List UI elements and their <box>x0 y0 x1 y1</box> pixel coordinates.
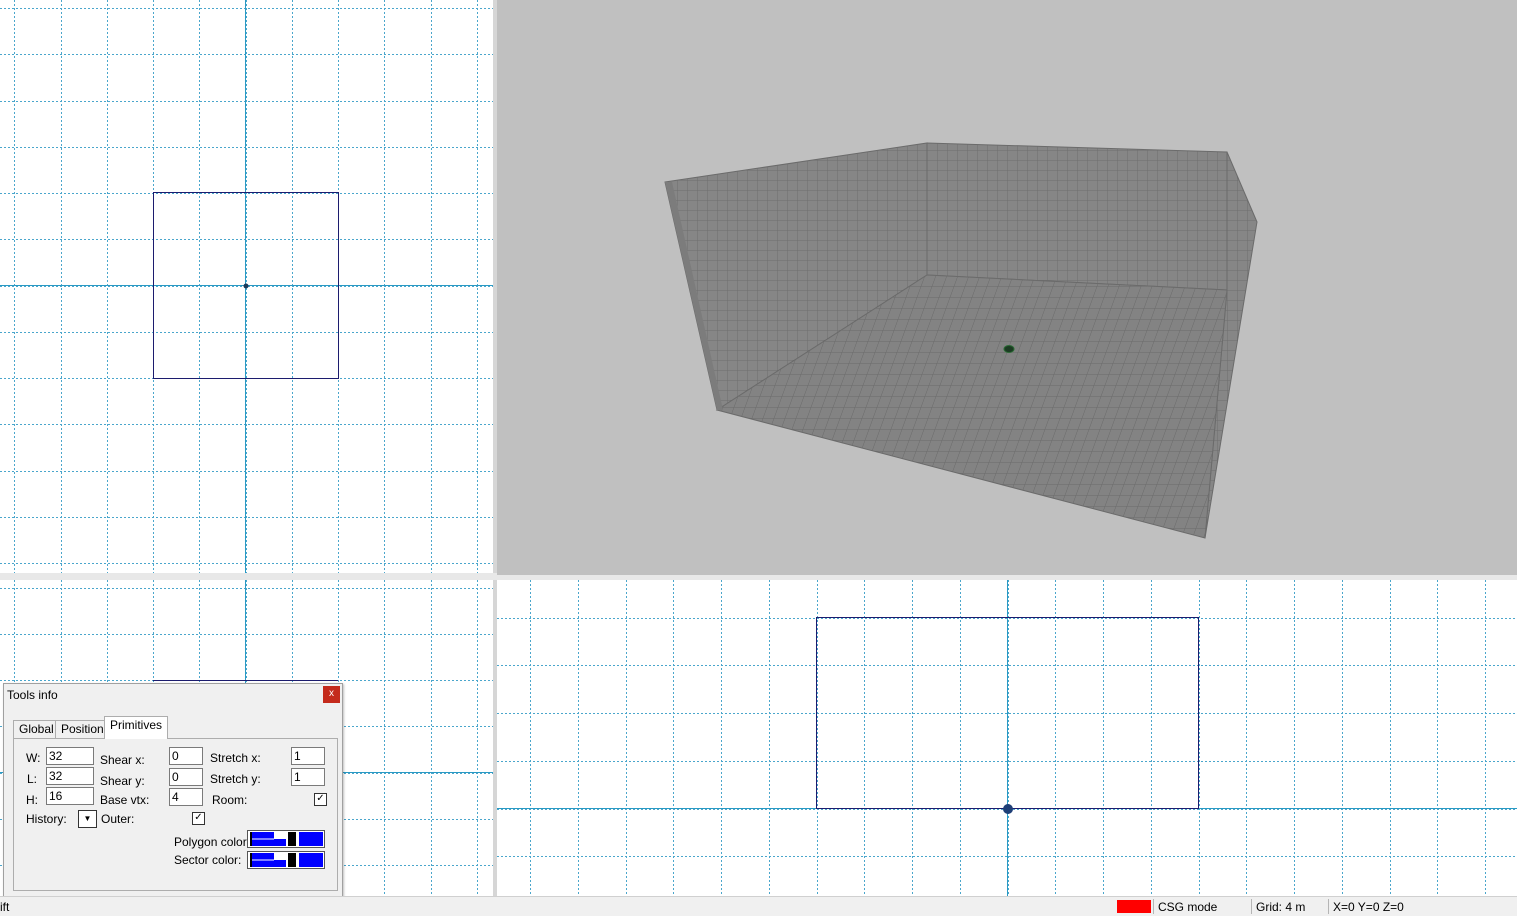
stretch-x-label: Stretch x: <box>210 751 261 765</box>
tab-global[interactable]: Global <box>13 720 60 738</box>
outer-checkbox[interactable]: ✓ <box>192 812 205 825</box>
color-swatch <box>250 853 274 867</box>
color-swatch <box>274 832 286 846</box>
viewport-side-2d[interactable] <box>497 580 1517 896</box>
status-separator <box>1153 899 1154 914</box>
viewport-top-2d[interactable] <box>0 0 493 573</box>
l-label: L: <box>27 772 38 786</box>
w-label: W: <box>26 751 41 765</box>
perspective-scene <box>664 142 1258 539</box>
tools-info-title: Tools info <box>7 688 58 702</box>
close-button[interactable]: x <box>323 686 340 703</box>
width-input[interactable]: 32 <box>46 747 94 765</box>
outer-label: Outer: <box>101 812 135 826</box>
base-vtx-input[interactable]: 4 <box>169 788 203 806</box>
room-wall-back <box>926 142 1228 291</box>
status-mode: CSG mode <box>1158 900 1218 914</box>
shear-x-label: Shear x: <box>100 753 145 767</box>
viewport-perspective-3d[interactable] <box>497 0 1517 575</box>
tools-info-panel[interactable]: Tools info x Global Position Primitives … <box>3 683 343 898</box>
csg-mode-indicator <box>1117 900 1151 913</box>
status-coords: X=0 Y=0 Z=0 <box>1333 900 1404 914</box>
shear-y-input[interactable]: 0 <box>169 768 203 786</box>
viewport-side-grid <box>497 580 1517 896</box>
shear-y-label: Shear y: <box>100 774 145 788</box>
status-separator <box>1251 899 1252 914</box>
stretch-y-input[interactable]: 1 <box>291 768 325 786</box>
polygon-color-label: Polygon color: <box>174 835 251 849</box>
color-swatch <box>274 853 286 867</box>
color-swatch-selected <box>299 832 323 846</box>
room-checkbox[interactable]: ✓ <box>314 793 327 806</box>
stretch-y-label: Stretch y: <box>210 772 261 786</box>
status-left-text: ift <box>0 900 10 914</box>
status-separator <box>1328 899 1329 914</box>
origin-marker-3d[interactable] <box>1003 345 1015 353</box>
tab-primitives[interactable]: Primitives <box>104 716 169 739</box>
shear-x-input[interactable]: 0 <box>169 747 203 765</box>
history-dropdown-button[interactable]: ▼ <box>78 810 97 828</box>
height-input[interactable]: 16 <box>46 787 94 805</box>
primitives-panel: W: 32 L: 32 H: 16 History: ▼ Shear x: 0 … <box>13 738 338 891</box>
history-label: History: <box>26 812 67 826</box>
origin-marker[interactable] <box>1003 804 1013 814</box>
color-swatch <box>288 853 296 867</box>
status-grid: Grid: 4 m <box>1256 900 1306 914</box>
origin-marker[interactable] <box>243 283 249 289</box>
sector-color-label: Sector color: <box>174 853 242 867</box>
length-input[interactable]: 32 <box>46 767 94 785</box>
color-swatch <box>250 832 274 846</box>
room-label: Room: <box>212 793 248 807</box>
base-vtx-label: Base vtx: <box>100 793 150 807</box>
stretch-x-input[interactable]: 1 <box>291 747 325 765</box>
h-label: H: <box>26 793 38 807</box>
tab-position[interactable]: Position <box>55 720 110 738</box>
sector-color-picker[interactable] <box>247 851 325 869</box>
color-swatch-selected <box>299 853 323 867</box>
color-swatch <box>288 832 296 846</box>
viewport-top-grid <box>0 0 493 573</box>
polygon-color-picker[interactable] <box>247 830 325 848</box>
status-bar: ift CSG mode Grid: 4 m X=0 Y=0 Z=0 <box>0 896 1517 916</box>
